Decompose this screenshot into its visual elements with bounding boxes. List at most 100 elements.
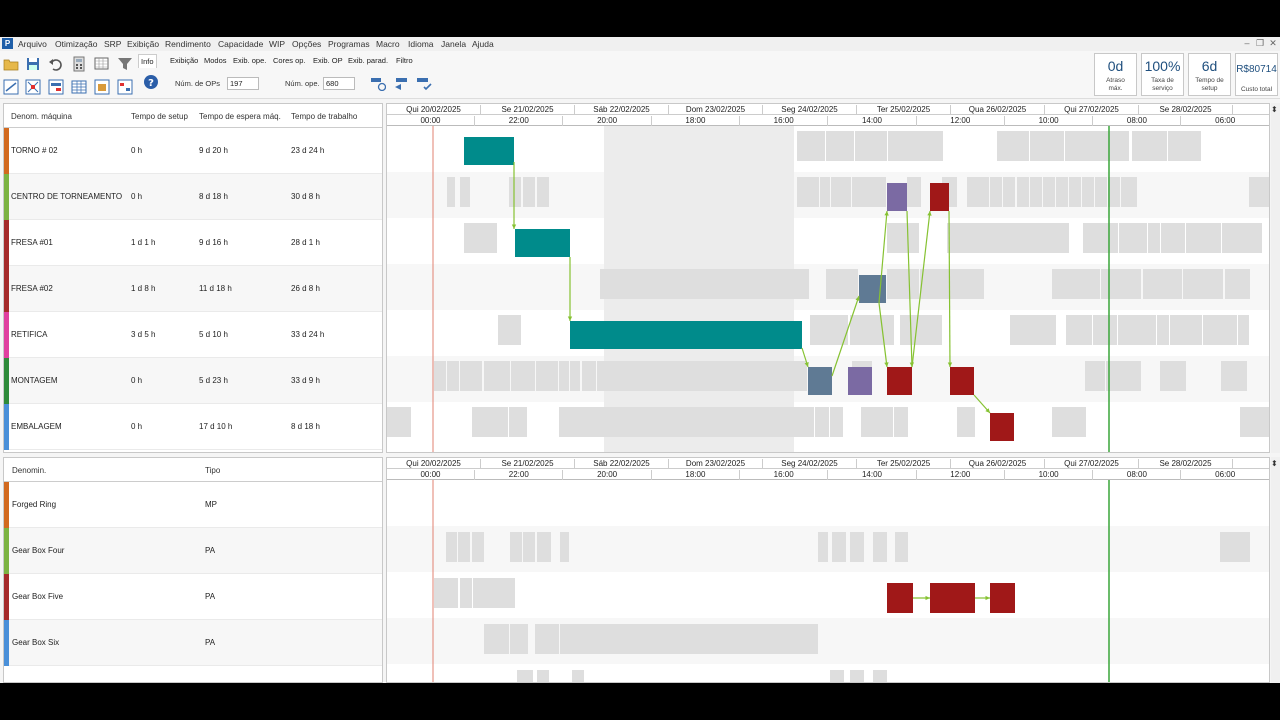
tab-modos[interactable]: Modos bbox=[202, 54, 229, 67]
col-tempo-espera[interactable]: Tempo de espera máq. bbox=[199, 112, 281, 121]
help-icon[interactable]: ? bbox=[143, 74, 159, 90]
col-tempo-trabalho[interactable]: Tempo de trabalho bbox=[291, 112, 357, 121]
table-row[interactable]: MONTAGEM 0 h 5 d 23 h 33 d 9 h bbox=[4, 358, 382, 404]
table-row[interactable]: EMBALAGEM 0 h 17 d 10 h 8 d 18 h bbox=[4, 404, 382, 450]
timeline-day-label: Sáb 22/02/2025 bbox=[575, 105, 669, 115]
undo-icon[interactable] bbox=[48, 56, 64, 72]
menu-opcoes[interactable]: Opções bbox=[292, 39, 321, 49]
tab-filtro[interactable]: Filtro bbox=[394, 54, 415, 67]
arrow-back-icon[interactable] bbox=[393, 75, 409, 91]
cell-setup-time: 0 h bbox=[131, 422, 143, 431]
operation-block[interactable] bbox=[930, 583, 975, 613]
operation-block[interactable] bbox=[515, 229, 570, 257]
filter-icon[interactable] bbox=[117, 56, 133, 72]
arrow-check-icon[interactable] bbox=[416, 75, 432, 91]
open-folder-icon[interactable] bbox=[3, 56, 19, 72]
idle-block bbox=[447, 177, 455, 207]
arrow-clock-icon[interactable] bbox=[370, 75, 386, 91]
machines-gantt[interactable]: Qui 20/02/2025 Se 21/02/2025 Sáb 22/02/202… bbox=[386, 103, 1270, 453]
idle-block bbox=[957, 407, 975, 437]
tab-info[interactable]: Info bbox=[138, 54, 157, 68]
tab-exib-op[interactable]: Exib. OP bbox=[311, 54, 345, 67]
cell-product-name: Gear Box Five bbox=[12, 592, 64, 601]
table-row[interactable]: RETIFICA 3 d 5 h 5 d 10 h 33 d 24 h bbox=[4, 312, 382, 358]
products-gantt[interactable]: Qui 20/02/2025 Se 21/02/2025 Sáb 22/02/202… bbox=[386, 457, 1270, 683]
operation-block[interactable] bbox=[930, 183, 949, 211]
col-denom-maquina[interactable]: Denom. máquina bbox=[11, 112, 72, 121]
menu-ajuda[interactable]: Ajuda bbox=[472, 39, 494, 49]
table-settings-icon[interactable] bbox=[94, 56, 110, 72]
menu-macro[interactable]: Macro bbox=[376, 39, 400, 49]
package-icon[interactable] bbox=[94, 79, 110, 95]
menu-arquivo[interactable]: Arquivo bbox=[18, 39, 47, 49]
tab-exib-parad[interactable]: Exib. parad. bbox=[346, 54, 390, 67]
idle-block bbox=[460, 578, 472, 608]
num-ope-field[interactable]: 680 bbox=[323, 77, 355, 90]
operation-block[interactable] bbox=[950, 367, 974, 395]
cell-machine-name: TORNO # 02 bbox=[11, 146, 58, 155]
grid-pattern-icon[interactable] bbox=[25, 79, 41, 95]
table-row[interactable]: FRESA #02 1 d 8 h 11 d 18 h 26 d 8 h bbox=[4, 266, 382, 312]
save-icon[interactable] bbox=[25, 56, 41, 72]
idle-block bbox=[873, 670, 887, 682]
table-row[interactable]: Gear Box Four PA bbox=[4, 528, 382, 574]
tab-exibicao[interactable]: Exibição bbox=[168, 54, 200, 67]
menu-rendimento[interactable]: Rendimento bbox=[165, 39, 211, 49]
calculator-icon[interactable] bbox=[71, 56, 87, 72]
menu-programas[interactable]: Programas bbox=[328, 39, 370, 49]
idle-block bbox=[509, 177, 521, 207]
scroll-updown-icon[interactable]: ⬍ bbox=[1271, 105, 1278, 114]
menu-exibicao[interactable]: Exibição bbox=[127, 39, 159, 49]
table-row[interactable]: TORNO # 02 0 h 9 d 20 h 23 d 24 h bbox=[4, 128, 382, 174]
menu-srp[interactable]: SRP bbox=[104, 39, 121, 49]
restore-icon[interactable]: ❐ bbox=[1254, 37, 1266, 50]
idle-block bbox=[537, 670, 549, 682]
table-row[interactable]: CENTRO DE TORNEAMENTO 0 h 8 d 18 h 30 d 8 h bbox=[4, 174, 382, 220]
cell-wait-time: 5 d 10 h bbox=[199, 330, 228, 339]
move-block-icon[interactable] bbox=[48, 79, 64, 95]
gantt-link-icon[interactable] bbox=[3, 79, 19, 95]
table-view-icon[interactable] bbox=[71, 79, 87, 95]
tab-cores-op[interactable]: Cores op. bbox=[271, 54, 308, 67]
gantt-scrollbar-lower[interactable]: ⬍ bbox=[1271, 457, 1280, 683]
minimize-icon[interactable]: – bbox=[1241, 37, 1253, 50]
col-denomin[interactable]: Denomin. bbox=[12, 466, 46, 475]
kpi-tempo-setup: 6d Tempo de setup bbox=[1188, 53, 1231, 96]
menu-janela[interactable]: Janela bbox=[441, 39, 466, 49]
operation-block[interactable] bbox=[990, 413, 1014, 441]
col-tempo-setup[interactable]: Tempo de setup bbox=[131, 112, 188, 121]
gantt-chart-products[interactable] bbox=[387, 480, 1270, 683]
gantt-scrollbar[interactable]: ⬍ bbox=[1271, 103, 1280, 453]
menu-capacidade[interactable]: Capacidade bbox=[218, 39, 263, 49]
gantt-chart-machines[interactable] bbox=[387, 126, 1270, 453]
operation-block[interactable] bbox=[848, 367, 872, 395]
tab-exib-ope[interactable]: Exib. ope. bbox=[231, 54, 268, 67]
menu-wip[interactable]: WIP bbox=[269, 39, 285, 49]
operation-block[interactable] bbox=[990, 583, 1015, 613]
menu-otimizacao[interactable]: Otimização bbox=[55, 39, 98, 49]
operation-block[interactable] bbox=[887, 183, 907, 211]
operation-block[interactable] bbox=[887, 367, 912, 395]
idle-block bbox=[907, 177, 921, 207]
operation-block[interactable] bbox=[570, 321, 802, 349]
num-ops-field[interactable]: 197 bbox=[227, 77, 259, 90]
table-row[interactable]: Gear Box Five PA bbox=[4, 574, 382, 620]
idle-block bbox=[888, 131, 943, 161]
idle-block bbox=[1052, 407, 1086, 437]
table-row[interactable]: FRESA #01 1 d 1 h 9 d 16 h 28 d 1 h bbox=[4, 220, 382, 266]
idle-block bbox=[537, 177, 549, 207]
operation-block[interactable] bbox=[808, 367, 832, 395]
col-tipo[interactable]: Tipo bbox=[205, 466, 220, 475]
idle-block bbox=[582, 361, 596, 391]
operation-block[interactable] bbox=[464, 137, 514, 165]
schedule-grid-icon[interactable] bbox=[117, 79, 133, 95]
timeline-hours: 00:00 22:00 20:00 18:00 16:00 14:00 12:00 10:00… bbox=[387, 115, 1269, 126]
operation-block[interactable] bbox=[859, 275, 886, 303]
timeline-day-label: Qua 26/02/2025 bbox=[951, 105, 1045, 115]
scroll-updown-icon[interactable]: ⬍ bbox=[1271, 459, 1278, 468]
operation-block[interactable] bbox=[887, 583, 913, 613]
menu-idioma[interactable]: Idioma bbox=[408, 39, 434, 49]
table-row[interactable]: Gear Box Six PA bbox=[4, 620, 382, 666]
close-icon[interactable]: ✕ bbox=[1267, 37, 1279, 50]
table-row[interactable]: Forged Ring MP bbox=[4, 482, 382, 528]
